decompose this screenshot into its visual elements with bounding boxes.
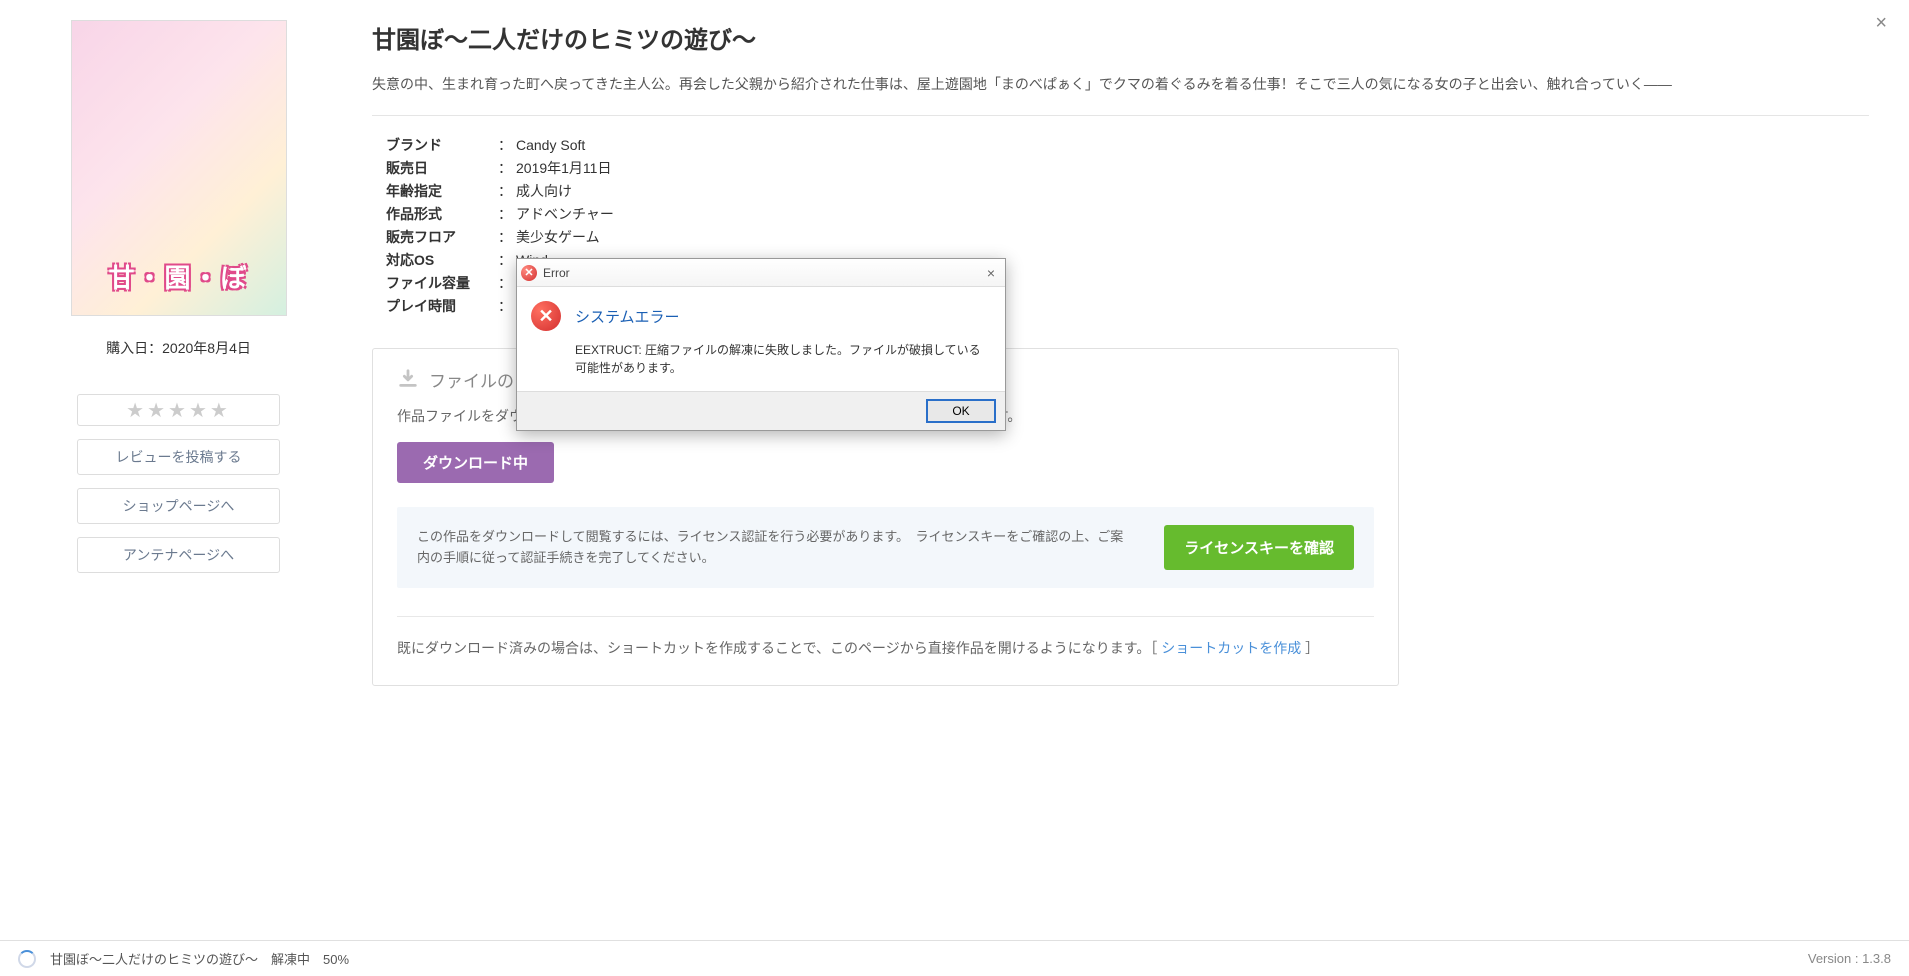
close-icon[interactable]: × xyxy=(1875,12,1887,35)
error-icon: ✕ xyxy=(521,265,537,281)
info-label: プレイ時間 xyxy=(386,295,498,318)
cover-title-overlay: 甘・園・ぼ xyxy=(108,258,248,295)
dialog-title: Error xyxy=(543,266,570,280)
info-value: Candy Soft xyxy=(516,134,585,157)
license-box: この作品をダウンロードして閲覧するには、ライセンス認証を行う必要があります。 ラ… xyxy=(397,507,1374,588)
error-dialog: ✕ Error × ✕ システムエラー EEXTRUCT: 圧縮ファイルの解凍に… xyxy=(516,258,1006,431)
dialog-close-icon[interactable]: × xyxy=(983,265,999,281)
cover-art: 甘・園・ぼ xyxy=(71,20,287,316)
rating-stars[interactable]: ★★★★★ xyxy=(77,394,280,426)
info-value: 2019年1月11日 xyxy=(516,157,611,180)
create-shortcut-link[interactable]: ショートカットを作成 xyxy=(1161,640,1301,656)
dialog-footer: OK xyxy=(517,391,1005,430)
main-content: × 甘園ぼ～二人だけのヒミツの遊び～ 失意の中、生まれ育った町へ戻ってきた主人公… xyxy=(327,20,1879,940)
info-label: 販売フロア xyxy=(386,226,498,249)
info-row: ブランド：Candy Soft xyxy=(386,134,1879,157)
info-value: 成人向け xyxy=(516,180,572,203)
status-text: 甘園ぼ～二人だけのヒミツの遊び～ 解凍中 50% xyxy=(50,949,349,968)
product-description: 失意の中、生まれ育った町へ戻ってきた主人公。再会した父親から紹介された仕事は、屋… xyxy=(372,73,1879,97)
info-label: ブランド xyxy=(386,134,498,157)
download-icon xyxy=(397,368,419,390)
info-row: 販売日：2019年1月11日 xyxy=(386,157,1879,180)
info-value: 美少女ゲーム xyxy=(516,226,600,249)
info-label: ファイル容量 xyxy=(386,272,498,295)
sidebar: 甘・園・ぼ 購入日：2020年8月4日 ★★★★★ レビューを投稿する ショップ… xyxy=(30,20,327,940)
page-title: 甘園ぼ～二人だけのヒミツの遊び～ xyxy=(372,20,1879,55)
status-bar: 甘園ぼ～二人だけのヒミツの遊び～ 解凍中 50% Version : 1.3.8 xyxy=(0,940,1909,976)
ok-button[interactable]: OK xyxy=(927,400,995,422)
dialog-body: ✕ システムエラー EEXTRUCT: 圧縮ファイルの解凍に失敗しました。ファイ… xyxy=(517,287,1005,391)
spinner-icon xyxy=(18,950,36,968)
info-label: 販売日 xyxy=(386,157,498,180)
version-label: Version : 1.3.8 xyxy=(1808,951,1891,966)
info-label: 年齢指定 xyxy=(386,180,498,203)
antenna-page-button[interactable]: アンテナページへ xyxy=(77,537,280,573)
review-button[interactable]: レビューを投稿する xyxy=(77,439,280,475)
divider xyxy=(372,115,1869,116)
error-icon: ✕ xyxy=(531,301,561,331)
info-row: 作品形式：アドベンチャー xyxy=(386,203,1879,226)
dialog-titlebar[interactable]: ✕ Error × xyxy=(517,259,1005,287)
info-row: 年齢指定：成人向け xyxy=(386,180,1879,203)
license-button[interactable]: ライセンスキーを確認 xyxy=(1164,525,1354,570)
license-text: この作品をダウンロードして閲覧するには、ライセンス認証を行う必要があります。 ラ… xyxy=(417,526,1134,569)
shortcut-note: 既にダウンロード済みの場合は、ショートカットを作成することで、このページから直接… xyxy=(397,616,1374,661)
info-row: 販売フロア：美少女ゲーム xyxy=(386,226,1879,249)
info-label: 対応OS xyxy=(386,249,498,272)
info-label: 作品形式 xyxy=(386,203,498,226)
shop-page-button[interactable]: ショップページへ xyxy=(77,488,280,524)
info-value: アドベンチャー xyxy=(516,203,614,226)
download-button[interactable]: ダウンロード中 xyxy=(397,442,554,483)
dialog-heading: システムエラー xyxy=(575,306,680,327)
purchase-date: 購入日：2020年8月4日 xyxy=(106,338,251,358)
dialog-message: EEXTRUCT: 圧縮ファイルの解凍に失敗しました。ファイルが破損している可能… xyxy=(575,341,987,377)
download-heading-text: ファイルの xyxy=(429,367,514,392)
